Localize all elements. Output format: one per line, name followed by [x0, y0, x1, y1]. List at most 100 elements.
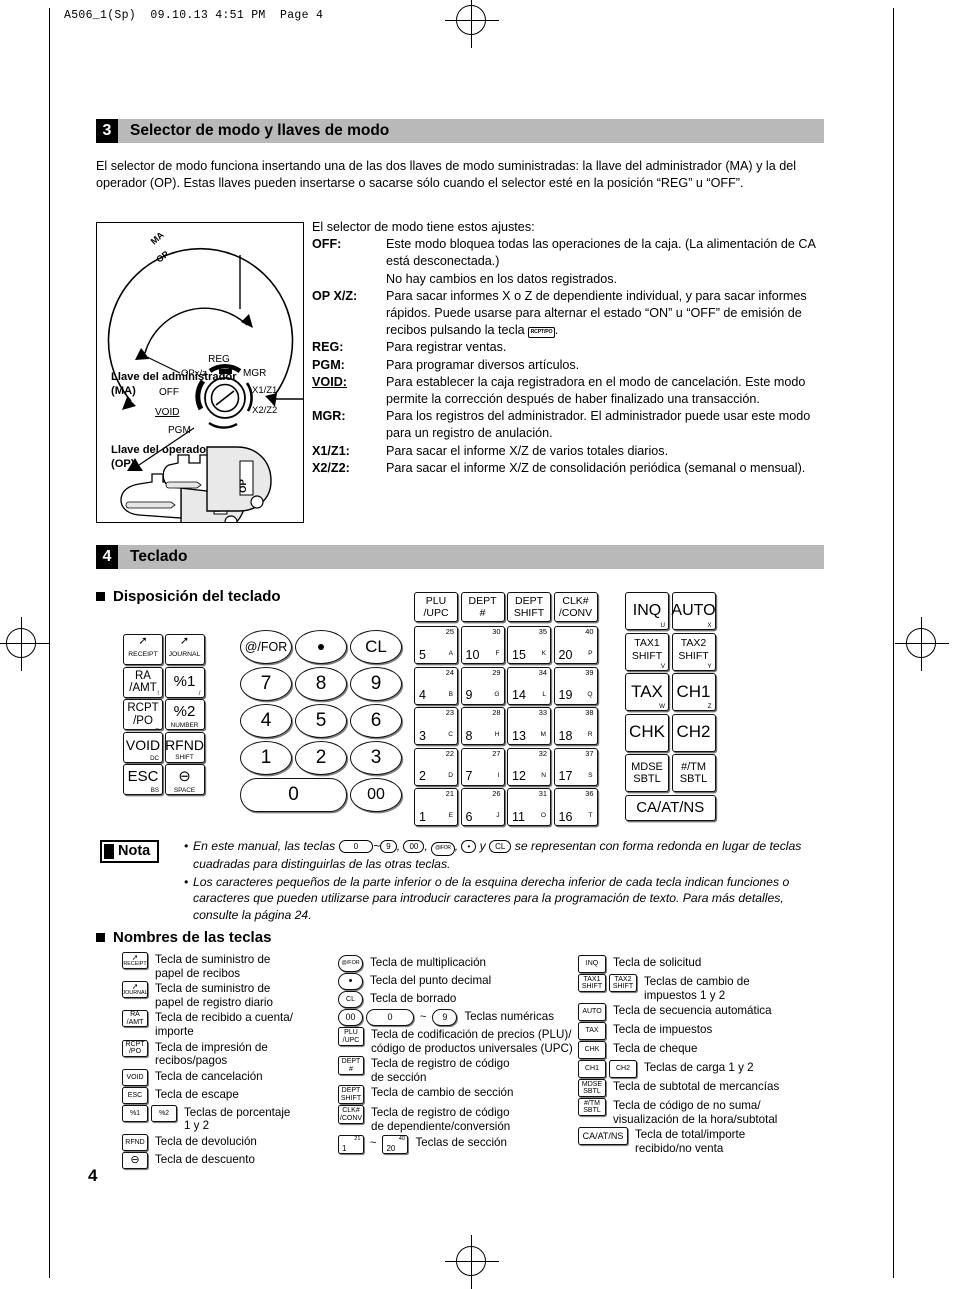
- key-[interactable]: ⊖: [122, 1151, 148, 1169]
- key-at-for[interactable]: @/FOR: [240, 630, 292, 664]
- key-1[interactable]: 1: [240, 741, 292, 775]
- key-rcpt-po[interactable]: RCPT /PO _: [123, 699, 163, 730]
- key-dept-11[interactable]: 31 11 O: [507, 788, 551, 826]
- key-tax[interactable]: TAX W: [625, 673, 669, 711]
- key-dept-10[interactable]: 30 10 F: [460, 626, 505, 664]
- key-mdse-sbtl[interactable]: MDSE SBTL: [625, 754, 669, 792]
- key-dept[interactable]: DEPT #: [338, 1056, 364, 1076]
- key-auto[interactable]: AUTO: [578, 1003, 606, 1022]
- key-6[interactable]: 6: [350, 704, 402, 738]
- key-clk-conv[interactable]: CLK# /CONV: [553, 592, 598, 622]
- key-ch2[interactable]: CH2: [609, 1060, 637, 1079]
- key-[interactable]: •: [338, 973, 363, 990]
- key-void[interactable]: VOID: [122, 1068, 148, 1086]
- key-0[interactable]: 0: [366, 1009, 414, 1026]
- key-receipt[interactable]: ➚ RECEIPT: [123, 634, 163, 665]
- key-for[interactable]: @/FOR: [338, 955, 363, 972]
- key-0[interactable]: 0: [240, 778, 347, 812]
- key-discount[interactable]: ⊖ SPACE: [164, 764, 205, 795]
- key-receipt[interactable]: ➚ RECEIPT: [122, 952, 148, 969]
- key-4[interactable]: 4: [240, 704, 292, 738]
- key-9[interactable]: 9: [350, 667, 402, 701]
- key-journal[interactable]: ➚ JOURNAL: [122, 981, 148, 999]
- key-20[interactable]: 40 20: [382, 1134, 409, 1154]
- key-inq[interactable]: INQ: [578, 955, 606, 973]
- key-mdse-sbtl[interactable]: MDSE SBTL: [578, 1079, 606, 1098]
- key-double-zero[interactable]: 00: [350, 778, 402, 812]
- key-cl[interactable]: CL: [338, 991, 363, 1008]
- key-name-row: • Tecla del punto decimal: [338, 973, 578, 990]
- key-rfnd[interactable]: RFND SHIFT: [164, 731, 205, 763]
- key-esc[interactable]: ESC: [122, 1086, 148, 1104]
- key-2[interactable]: 2: [295, 741, 347, 775]
- key-tax2-shift[interactable]: TAX2 SHIFT: [609, 974, 637, 992]
- key-tax1-shift[interactable]: TAX1 SHIFT V: [625, 632, 669, 671]
- key-dept-4[interactable]: 24 4 B: [414, 666, 458, 705]
- key-ca-at-ns[interactable]: CA/AT/NS: [578, 1127, 628, 1146]
- key-tm-sbtl[interactable]: #/TM SBTL: [578, 1098, 606, 1117]
- key-dept-shift[interactable]: DEPT SHIFT: [507, 592, 551, 622]
- key-dept-3[interactable]: 23 3 C: [414, 707, 458, 745]
- key-3[interactable]: 3: [350, 741, 402, 775]
- key-dept-5[interactable]: 25 5 A: [414, 626, 458, 664]
- key-chk[interactable]: CHK: [625, 713, 669, 752]
- key-clear[interactable]: CL: [350, 630, 402, 664]
- key-decimal-point[interactable]: [295, 630, 347, 664]
- key-percent1-label: %1: [173, 672, 196, 690]
- key-rcpt-po[interactable]: RCPT /PO: [122, 1039, 148, 1057]
- key-dept-9[interactable]: 29 9 G: [460, 666, 505, 705]
- key-dept-19[interactable]: 39 19 Q: [553, 666, 598, 705]
- dept-key-number: 20: [386, 1143, 396, 1153]
- key-journal[interactable]: ➚ JOURNAL: [164, 634, 205, 665]
- key-percent1[interactable]: %1 /: [164, 666, 205, 698]
- note-text: • En este manual, las teclas 0 ~9, 00, @/…: [184, 838, 824, 923]
- key-chk[interactable]: CHK: [578, 1041, 606, 1060]
- key-dept-8[interactable]: 28 8 H: [460, 707, 505, 745]
- key-name-row: MDSE SBTL Tecla de subtotal de mercancías: [578, 1079, 828, 1098]
- key-ca-at-ns[interactable]: CA/AT/NS: [625, 795, 716, 821]
- key-5[interactable]: 5: [295, 704, 347, 738]
- key-dept-15[interactable]: 35 15 K: [507, 626, 551, 664]
- key-dept-20[interactable]: 40 20 P: [553, 626, 598, 664]
- key-dept-18[interactable]: 38 18 R: [553, 707, 598, 745]
- key-dept-1[interactable]: 21 1 E: [414, 788, 458, 826]
- key-dept-12[interactable]: 32 12 N: [507, 747, 551, 786]
- key-dept-16[interactable]: 36 16 T: [553, 788, 598, 826]
- key-plu-upc[interactable]: PLU /UPC: [338, 1027, 364, 1046]
- key-dept-2[interactable]: 22 2 D: [414, 747, 458, 786]
- key-ra-amt[interactable]: RA /AMT: [122, 1010, 148, 1028]
- key-1[interactable]: %1: [122, 1104, 148, 1122]
- key-ch1[interactable]: CH1: [578, 1060, 606, 1079]
- key-ch1[interactable]: CH1 Z: [671, 673, 716, 711]
- key-inq[interactable]: INQ U: [625, 592, 669, 630]
- key-percent2[interactable]: %2 NUMBER: [164, 699, 205, 730]
- key-dept-6[interactable]: 26 6 J: [460, 788, 505, 826]
- key-dept-number[interactable]: DEPT #: [460, 592, 505, 622]
- key-dept-13[interactable]: 33 13 M: [507, 707, 551, 745]
- key-00[interactable]: 00: [338, 1009, 363, 1026]
- key-dept-14[interactable]: 34 14 L: [507, 666, 551, 705]
- key-tax2-shift[interactable]: TAX2 SHIFT Y: [671, 632, 716, 671]
- key-tm-sbtl[interactable]: #/TM SBTL: [671, 754, 716, 792]
- note-tilde: ~: [373, 839, 381, 853]
- key-tax[interactable]: TAX: [578, 1022, 606, 1041]
- key-ra-amt[interactable]: RA /AMT !: [123, 666, 163, 698]
- key-void[interactable]: VOID DC: [123, 731, 163, 763]
- key-auto[interactable]: AUTO X: [671, 592, 716, 630]
- key-dept-17[interactable]: 37 17 S: [553, 747, 598, 786]
- key-plu-upc[interactable]: PLU /UPC: [414, 592, 458, 622]
- key-9[interactable]: 9: [432, 1009, 458, 1026]
- dept-key-number: 6: [465, 809, 473, 824]
- key-2[interactable]: %2: [151, 1104, 177, 1122]
- key-clk-conv[interactable]: CLK# /CONV: [338, 1105, 364, 1125]
- key-8[interactable]: 8: [295, 667, 347, 701]
- key-esc[interactable]: ESC BS: [123, 764, 163, 795]
- key-tax1-shift[interactable]: TAX1 SHIFT: [578, 974, 606, 992]
- dept-key-upper-number: 27: [492, 748, 501, 758]
- key-7[interactable]: 7: [240, 667, 292, 701]
- key-dept-shift[interactable]: DEPT SHIFT: [338, 1085, 364, 1105]
- key-ch2[interactable]: CH2: [671, 713, 716, 752]
- key-rfnd[interactable]: RFND: [122, 1133, 148, 1151]
- key-1[interactable]: 21 1: [338, 1134, 364, 1154]
- key-dept-7[interactable]: 27 7 I: [460, 747, 505, 786]
